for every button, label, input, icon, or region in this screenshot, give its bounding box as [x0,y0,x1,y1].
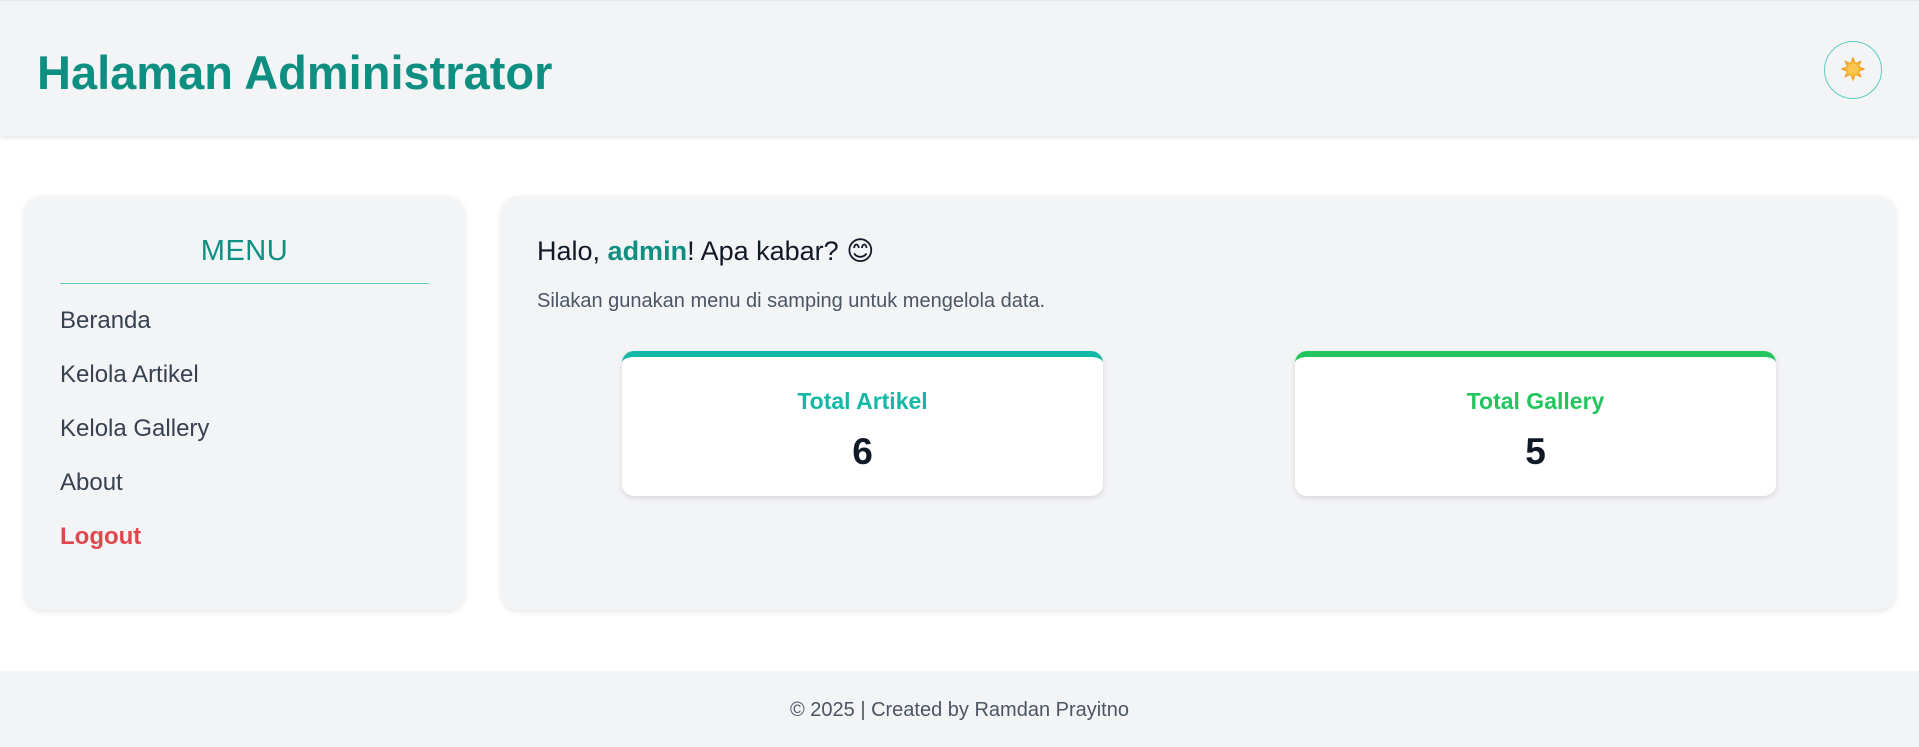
stat-label: Total Gallery [1466,388,1605,414]
top-header: Halaman Administrator [0,0,1919,136]
stat-card-total-artikel: Total Artikel 6 [622,351,1103,496]
menu-list: Beranda Kelola Artikel Kelola Gallery Ab… [60,306,209,576]
greeting-prefix: Halo, [537,236,608,266]
stat-value: 5 [1525,431,1546,472]
theme-toggle-button[interactable] [1824,41,1882,99]
username: admin [607,236,688,266]
page-footer: © 2025 | Created by Ramdan Prayitno [0,671,1919,747]
sidebar-menu: MENU Beranda Kelola Artikel Kelola Galle… [24,196,465,610]
stat-value: 6 [852,431,873,472]
greeting-suffix: ! Apa kabar? [687,236,847,266]
footer-text: © 2025 | Created by Ramdan Prayitno [789,699,1129,721]
sidebar-item-about[interactable]: About [60,468,209,522]
stat-label: Total Artikel [797,388,928,414]
stat-card-total-gallery: Total Gallery 5 [1295,351,1776,496]
greeting-heading: Halo, admin! Apa kabar? 😊 [537,234,874,268]
sun-icon [1840,56,1866,85]
sidebar-item-beranda[interactable]: Beranda [60,306,209,360]
menu-title: MENU [60,234,429,284]
sidebar-item-kelola-artikel[interactable]: Kelola Artikel [60,360,209,414]
sidebar-item-kelola-gallery[interactable]: Kelola Gallery [60,414,209,468]
main-content: Halo, admin! Apa kabar? 😊 Silakan gunaka… [501,196,1896,610]
smile-emoji-icon: 😊 [846,236,875,266]
instruction-text: Silakan gunakan menu di samping untuk me… [537,290,1046,312]
sidebar-item-logout[interactable]: Logout [60,522,209,576]
page-title: Halaman Administrator [37,46,553,99]
